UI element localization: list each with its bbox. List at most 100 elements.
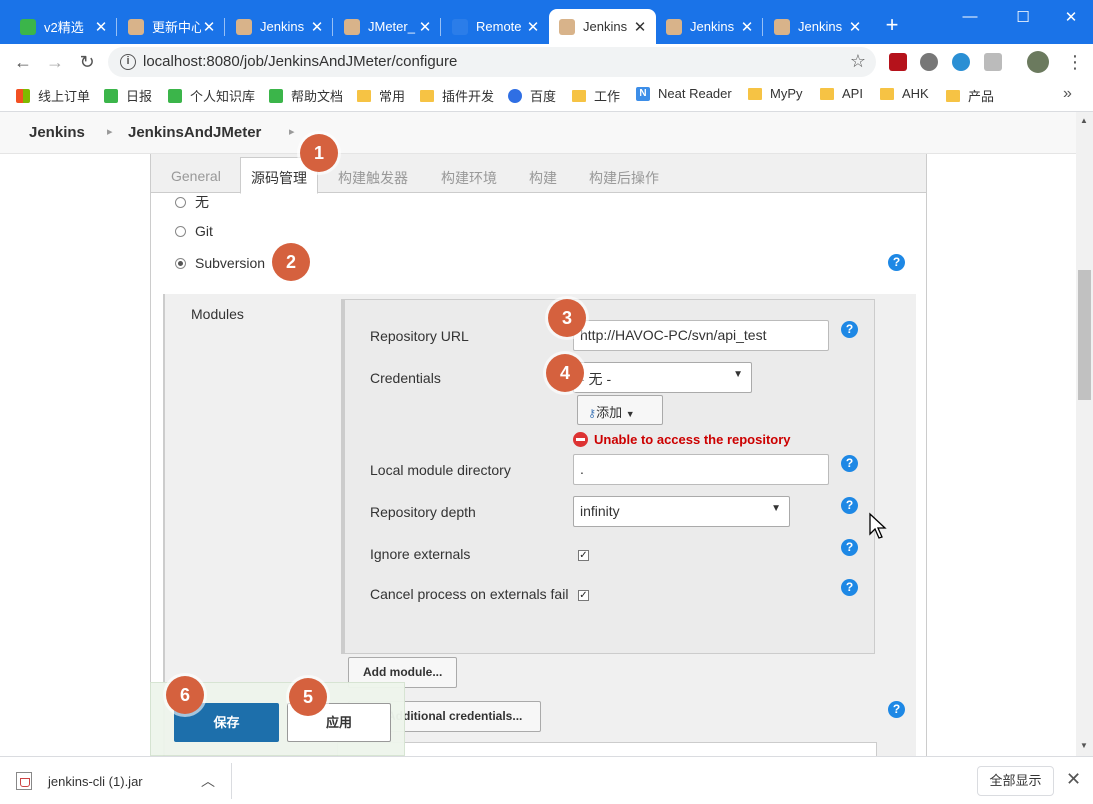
radio-label: 无 [195,194,209,210]
bookmarks-more-icon[interactable]: » [1063,85,1072,103]
cancel-externals-label: Cancel process on externals fail [370,586,569,602]
forward-arrow-icon[interactable]: → [44,51,66,73]
help-icon[interactable]: ? [841,455,858,472]
close-icon[interactable]: ✕ [847,18,863,36]
bookmark-item[interactable]: 帮助文档 [269,86,343,105]
folder-icon [357,89,371,102]
address-bar[interactable]: i localhost:8080/job/JenkinsAndJMeter/co… [108,47,876,77]
scm-option-subversion[interactable]: Subversion [175,255,265,271]
tab-title: v2精选 [44,20,84,35]
extension-icon[interactable] [952,53,970,71]
bookmark-item[interactable]: 日报 [104,86,152,105]
browser-tab[interactable]: Jenkins ✕ [656,9,763,44]
bookmark-item[interactable]: AHK [880,86,929,101]
back-arrow-icon[interactable]: ← [12,51,34,73]
annotation-badge: 5 [289,678,327,716]
browser-tab[interactable]: Jenkins ✕ [226,9,333,44]
help-icon[interactable]: ? [888,254,905,271]
tab-build-env[interactable]: 构建环境 [441,168,497,188]
avatar[interactable] [1027,51,1049,73]
close-icon[interactable]: ✕ [417,18,433,36]
add-credentials-button[interactable]: ⚷添加 ▼ [577,395,663,425]
bookmark-item[interactable]: 个人知识库 [168,86,255,105]
scrollbar-thumb[interactable] [1078,270,1091,400]
annotation-badge: 1 [300,134,338,172]
show-all-button[interactable]: 全部显示 [977,766,1054,796]
credentials-select[interactable]: - 无 - ▼ [573,362,752,393]
minimize-button[interactable]: — [960,8,980,25]
close-icon[interactable]: ✕ [201,18,217,36]
url-text[interactable]: localhost:8080/job/JenkinsAndJMeter/conf… [143,53,457,70]
tab-general[interactable]: General [171,168,221,184]
download-item[interactable]: jenkins-cli (1).jar [16,767,143,795]
extension-icon[interactable] [920,53,938,71]
credentials-value: - 无 - [580,371,612,387]
depth-select[interactable]: infinity ▼ [573,496,790,527]
shelf-close-icon[interactable]: ✕ [1066,769,1081,790]
close-icon[interactable]: ✕ [93,18,109,36]
radio-button[interactable] [175,257,186,269]
window-close-button[interactable]: ✕ [1061,8,1081,26]
radio-button[interactable] [175,196,186,208]
close-icon[interactable]: ✕ [309,18,325,36]
chevron-right-icon[interactable]: ▸ [289,125,295,138]
breadcrumb-jenkins[interactable]: Jenkins [29,124,85,141]
bookmark-item[interactable]: N Neat Reader [636,86,732,101]
help-icon[interactable]: ? [841,539,858,556]
new-tab-button[interactable]: + [880,14,904,36]
tab-build-triggers[interactable]: 构建触发器 [338,168,408,188]
bookmark-item[interactable]: 百度 [508,86,556,105]
browser-tab[interactable]: Remote ✕ [442,9,549,44]
help-icon[interactable]: ? [841,321,858,338]
bookmark-label: Neat Reader [658,86,732,101]
page-viewport: Jenkins ▸ JenkinsAndJMeter ▸ General 源码管… [0,112,1093,756]
tab-build[interactable]: 构建 [529,168,557,188]
more-menu-icon[interactable]: ⋮ [1066,52,1084,73]
breadcrumb-job[interactable]: JenkinsAndJMeter [128,124,261,141]
repository-url-input[interactable]: http://HAVOC-PC/svn/api_test [573,320,829,351]
bookmark-item[interactable]: 常用 [357,86,405,105]
close-icon[interactable]: ✕ [739,18,755,36]
bookmark-star-icon[interactable]: ☆ [850,51,866,72]
local-dir-input[interactable]: . [573,454,829,485]
breadcrumb: Jenkins ▸ JenkinsAndJMeter ▸ [0,112,1076,154]
folder-icon [820,87,834,100]
ublock-icon[interactable] [889,53,907,71]
jenkins-icon [128,18,144,35]
close-icon[interactable]: ✕ [525,18,541,36]
mouse-cursor-icon [869,512,887,539]
chevron-up-icon[interactable]: ︿ [201,771,215,791]
radio-button[interactable] [175,225,186,237]
scroll-down-icon[interactable]: ▼ [1080,741,1088,750]
tab-title: Remote [476,19,522,34]
tab-post-build[interactable]: 构建后操作 [589,168,659,188]
close-icon[interactable]: ✕ [632,18,648,36]
bookmark-item[interactable]: API [820,86,863,101]
bookmark-item[interactable]: 插件开发 [420,86,494,105]
browser-tab[interactable]: v2精选 ✕ [10,9,117,44]
page-scrollbar[interactable]: ▲ ▼ [1076,112,1093,756]
browser-tab[interactable]: 更新中心 ✕ [118,9,225,44]
scroll-up-icon[interactable]: ▲ [1080,116,1088,125]
download-filename: jenkins-cli (1).jar [48,773,143,789]
cancel-externals-checkbox[interactable]: ✓ [578,590,589,601]
extension-icon[interactable] [984,53,1002,71]
maximize-button[interactable]: ☐ [1013,8,1033,26]
scm-option-none[interactable]: 无 [175,192,209,212]
help-icon[interactable]: ? [888,701,905,718]
scm-option-git[interactable]: Git [175,223,213,239]
help-icon[interactable]: ? [841,579,858,596]
baidu-icon [508,88,522,103]
ignore-externals-checkbox[interactable]: ✓ [578,550,589,561]
bookmark-item[interactable]: 线上订单 [16,86,90,105]
browser-tab[interactable]: JMeter_ ✕ [334,9,441,44]
bookmark-item[interactable]: 工作 [572,86,620,105]
browser-tab-active[interactable]: Jenkins ✕ [549,9,656,44]
reload-icon[interactable]: ↻ [76,51,98,73]
info-icon[interactable]: i [120,54,136,70]
help-icon[interactable]: ? [841,497,858,514]
browser-tab[interactable]: Jenkins ✕ [764,9,871,44]
browser-toolbar: ← → ↻ i localhost:8080/job/JenkinsAndJMe… [0,44,1093,80]
bookmark-item[interactable]: MyPy [748,86,803,101]
bookmark-item[interactable]: 产品 [946,86,994,105]
